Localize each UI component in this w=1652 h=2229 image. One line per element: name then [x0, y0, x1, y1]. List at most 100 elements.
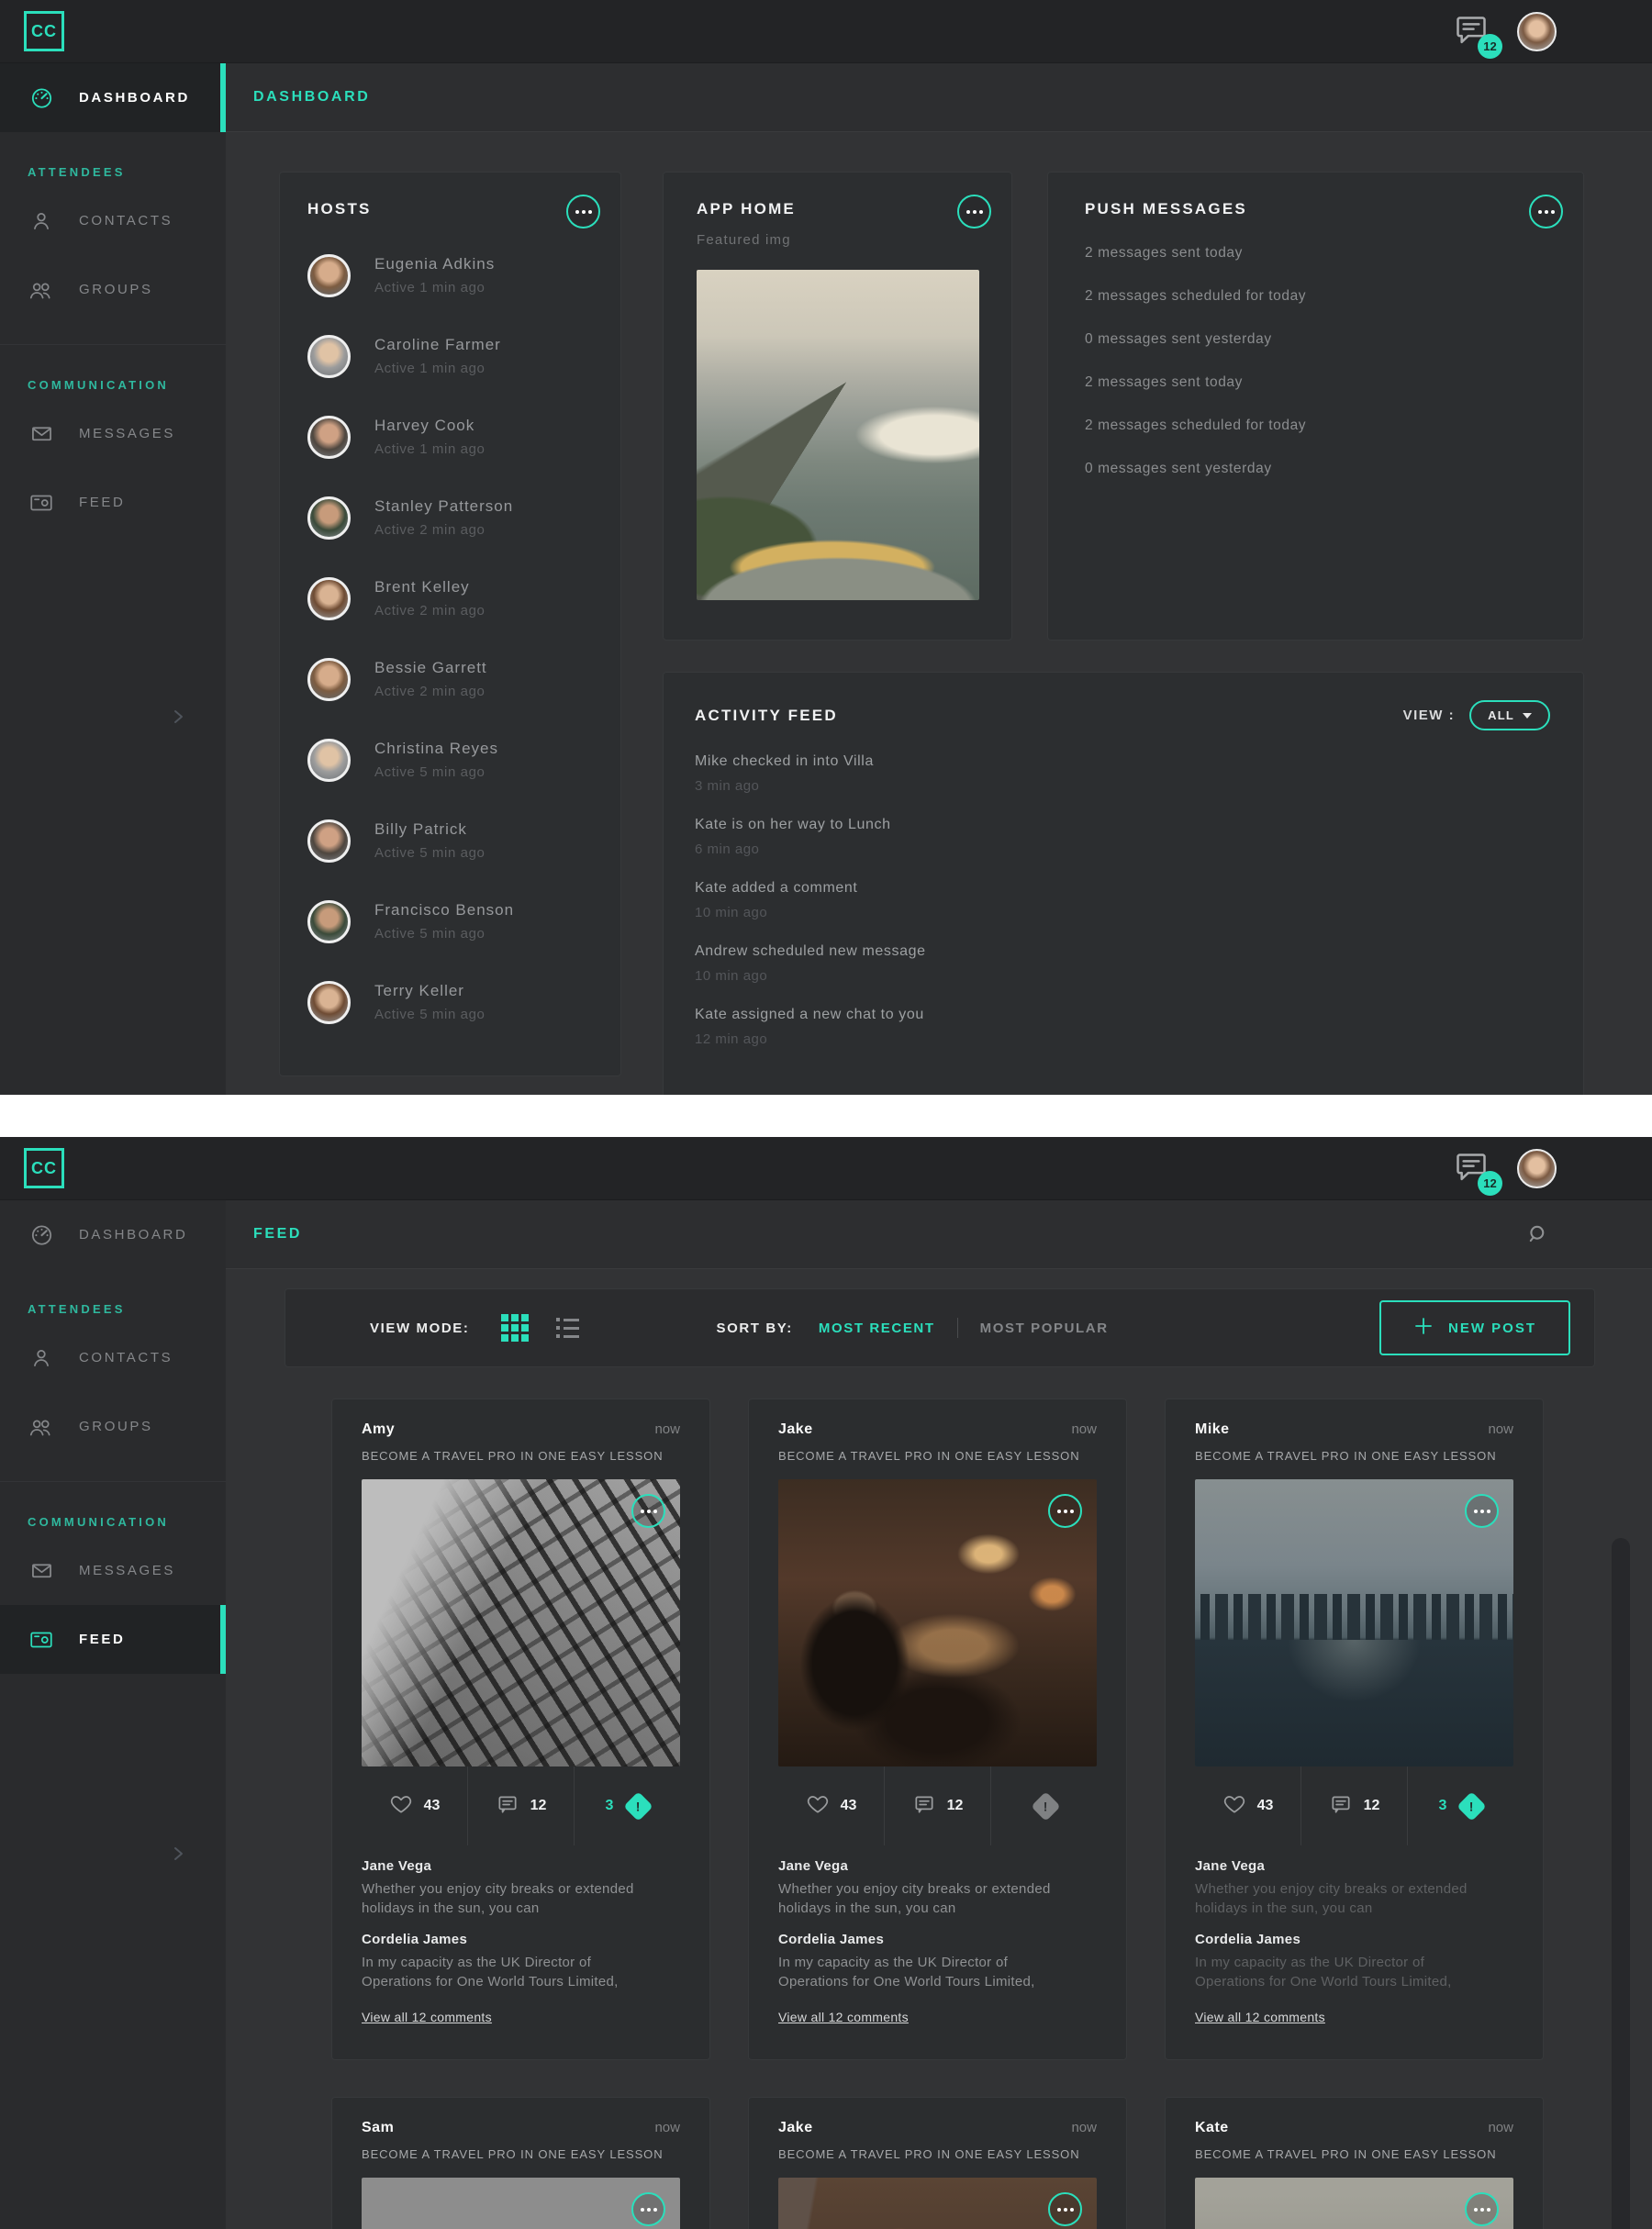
notifications-button[interactable]: 12: [1453, 11, 1490, 52]
host-list-item[interactable]: Christina Reyes Active 5 min ago: [307, 719, 595, 800]
sidebar-item-groups[interactable]: GROUPS: [0, 1392, 226, 1461]
app-home-more-button[interactable]: [957, 195, 991, 228]
comments-stat[interactable]: 12: [884, 1766, 990, 1845]
sidebar-item-dashboard[interactable]: DASHBOARD: [0, 1200, 226, 1269]
sidebar-section-attendees: ATTENDEES: [0, 132, 226, 186]
sidebar-item-label: GROUPS: [79, 282, 153, 297]
post-stats-row: 43 12 3 !: [362, 1766, 680, 1845]
alerts-stat[interactable]: 3 !: [574, 1766, 680, 1845]
hosts-title: HOSTS: [307, 200, 595, 218]
host-name: Caroline Farmer: [374, 336, 501, 354]
host-name: Harvey Cook: [374, 417, 486, 435]
sidebar-item-label: FEED: [79, 495, 125, 510]
view-all-comments-link[interactable]: View all 12 comments: [1195, 2010, 1325, 2024]
app-logo[interactable]: CC: [24, 11, 64, 51]
chevron-down-icon: [1523, 713, 1532, 719]
host-name: Francisco Benson: [374, 901, 514, 919]
host-list-item[interactable]: Brent Kelley Active 2 min ago: [307, 558, 595, 639]
hosts-more-button[interactable]: [566, 195, 600, 228]
alerts-stat[interactable]: !: [990, 1766, 1097, 1845]
post-comments: Jane VegaWhether you enjoy city breaks o…: [362, 1858, 680, 1991]
sidebar-item-label: CONTACTS: [79, 213, 173, 228]
likes-stat[interactable]: 43: [778, 1766, 884, 1845]
post-more-button[interactable]: [1465, 2192, 1499, 2226]
activity-feed-card: ACTIVITY FEED VIEW : ALL Mike ch: [663, 672, 1584, 1095]
post-more-button[interactable]: [1465, 1494, 1499, 1528]
likes-count: 43: [841, 1798, 857, 1814]
comments-stat[interactable]: 12: [467, 1766, 574, 1845]
grid-view-icon[interactable]: [501, 1314, 529, 1342]
view-all-comments-link[interactable]: View all 12 comments: [778, 2010, 909, 2024]
push-messages-more-button[interactable]: [1529, 195, 1563, 228]
app-home-title: APP HOME: [697, 200, 978, 218]
post-stats-row: 43 12 !: [778, 1766, 1097, 1845]
comments-stat[interactable]: 12: [1300, 1766, 1407, 1845]
search-icon[interactable]: [1525, 1221, 1551, 1247]
likes-stat[interactable]: 43: [362, 1766, 467, 1845]
page-header: FEED: [226, 1200, 1652, 1269]
user-avatar[interactable]: [1517, 12, 1557, 51]
comment-text: In my capacity as the UK Director of Ope…: [778, 1953, 1081, 1992]
sidebar-item-contacts[interactable]: CONTACTS: [0, 186, 226, 255]
view-filter-dropdown[interactable]: ALL: [1469, 700, 1550, 730]
activity-time: 6 min ago: [695, 841, 1550, 857]
post-title: BECOME A TRAVEL PRO IN ONE EASY LESSON: [1195, 1449, 1513, 1463]
scrollbar[interactable]: [1612, 1538, 1630, 2229]
push-message-line: 2 messages scheduled for today: [1085, 418, 1546, 434]
host-list-item[interactable]: Eugenia Adkins Active 1 min ago: [307, 235, 595, 316]
comment-text: Whether you enjoy city breaks or extende…: [778, 1879, 1081, 1919]
post-image: [1195, 1479, 1513, 1766]
host-list-item[interactable]: Harvey Cook Active 1 min ago: [307, 396, 595, 477]
feed-post-card: Sam now BECOME A TRAVEL PRO IN ONE EASY …: [331, 2097, 710, 2229]
comment-icon: [912, 1792, 936, 1821]
sidebar-item-messages[interactable]: MESSAGES: [0, 1536, 226, 1605]
sidebar-item-messages[interactable]: MESSAGES: [0, 399, 226, 468]
post-time: now: [1071, 1421, 1097, 1437]
host-active-status: Active 5 min ago: [374, 926, 514, 942]
activity-feed-title: ACTIVITY FEED: [695, 707, 838, 725]
sidebar-item-groups[interactable]: GROUPS: [0, 255, 226, 324]
host-list-item[interactable]: Bessie Garrett Active 2 min ago: [307, 639, 595, 719]
post-more-button[interactable]: [631, 1494, 665, 1528]
sidebar-item-feed[interactable]: FEED: [0, 468, 226, 537]
sidebar-item-label: MESSAGES: [79, 426, 175, 441]
sidebar-item-dashboard[interactable]: DASHBOARD: [0, 63, 226, 132]
notifications-button[interactable]: 12: [1453, 1148, 1490, 1189]
comment-author: Jane Vega: [778, 1858, 1097, 1874]
dashboard-content: HOSTS Eugenia Adkins Active 1 min ago Ca…: [226, 132, 1652, 1095]
comments-count: 12: [947, 1798, 964, 1814]
sidebar-section-communication: COMMUNICATION: [0, 345, 226, 399]
activity-time: 10 min ago: [695, 968, 1550, 984]
sidebar-item-contacts[interactable]: CONTACTS: [0, 1323, 226, 1392]
post-more-button[interactable]: [1048, 2192, 1082, 2226]
alerts-stat[interactable]: 3 !: [1407, 1766, 1513, 1845]
list-view-icon[interactable]: [556, 1318, 579, 1338]
app-logo[interactable]: CC: [24, 1148, 64, 1188]
host-list-item[interactable]: Billy Patrick Active 5 min ago: [307, 800, 595, 881]
sidebar-collapse-chevron-icon[interactable]: [171, 706, 185, 728]
sidebar-collapse-chevron-icon[interactable]: [171, 1843, 185, 1865]
sidebar-item-feed[interactable]: FEED: [0, 1605, 226, 1674]
post-more-button[interactable]: [631, 2192, 665, 2226]
comment-icon: [496, 1792, 519, 1821]
host-list-item[interactable]: Francisco Benson Active 5 min ago: [307, 881, 595, 962]
sidebar-item-label: MESSAGES: [79, 1563, 175, 1578]
host-active-status: Active 2 min ago: [374, 522, 513, 538]
host-active-status: Active 5 min ago: [374, 1007, 486, 1022]
post-more-button[interactable]: [1048, 1494, 1082, 1528]
host-name: Eugenia Adkins: [374, 255, 495, 273]
view-all-comments-link[interactable]: View all 12 comments: [362, 2010, 492, 2024]
comment-author: Jane Vega: [362, 1858, 680, 1874]
featured-img-label: Featured img: [697, 232, 978, 248]
user-avatar[interactable]: [1517, 1149, 1557, 1188]
activity-item: Kate assigned a new chat to you 12 min a…: [695, 1007, 1550, 1047]
sort-most-popular[interactable]: MOST POPULAR: [980, 1321, 1109, 1336]
view-mode-label: VIEW MODE:: [370, 1321, 470, 1336]
host-list-item[interactable]: Stanley Patterson Active 2 min ago: [307, 477, 595, 558]
likes-stat[interactable]: 43: [1195, 1766, 1300, 1845]
new-post-button[interactable]: NEW POST: [1379, 1300, 1570, 1355]
host-list-item[interactable]: Terry Keller Active 5 min ago: [307, 962, 595, 1042]
sort-most-recent[interactable]: MOST RECENT: [819, 1321, 935, 1336]
host-list-item[interactable]: Caroline Farmer Active 1 min ago: [307, 316, 595, 396]
people-icon: [28, 1415, 55, 1439]
